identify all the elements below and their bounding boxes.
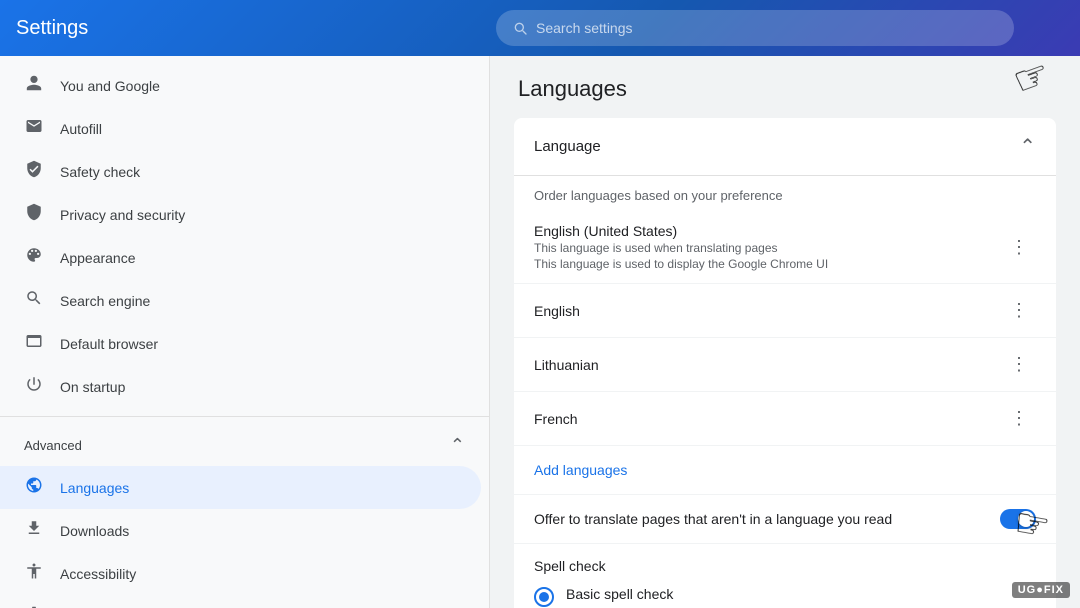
- more-menu-english-us[interactable]: ⋮: [1002, 233, 1036, 262]
- language-name-english-us: English (United States): [534, 223, 828, 239]
- search-icon: [512, 20, 528, 36]
- search-placeholder: Search settings: [536, 20, 633, 36]
- sidebar-item-accessibility[interactable]: Accessibility: [0, 552, 481, 595]
- globe-icon: [24, 476, 44, 499]
- language-card: Language ⌃ Order languages based on your…: [514, 118, 1056, 608]
- sidebar-label-languages: Languages: [60, 480, 129, 496]
- app-title: Settings: [16, 17, 496, 40]
- spell-check-section: Spell check Basic spell check Enhanced s…: [514, 543, 1056, 608]
- search-engine-icon: [24, 289, 44, 312]
- translate-toggle-label: Offer to translate pages that aren't in …: [534, 511, 892, 527]
- sidebar-divider: [0, 416, 489, 417]
- language-info-english: English: [534, 303, 580, 319]
- language-item-english: English ⋮: [514, 284, 1056, 338]
- sidebar-label-privacy-security: Privacy and security: [60, 207, 185, 223]
- sidebar-label-appearance: Appearance: [60, 250, 136, 266]
- sidebar-label-search-engine: Search engine: [60, 293, 150, 309]
- more-menu-english[interactable]: ⋮: [1002, 296, 1036, 325]
- language-section-subtitle: Order languages based on your preference: [514, 176, 1056, 211]
- translate-toggle-row: Offer to translate pages that aren't in …: [514, 494, 1056, 543]
- language-info-french: French: [534, 411, 578, 427]
- sidebar-item-system[interactable]: System: [0, 595, 481, 608]
- language-item-french: French ⋮: [514, 392, 1056, 446]
- autofill-icon: [24, 117, 44, 140]
- sidebar-label-safety-check: Safety check: [60, 164, 140, 180]
- sidebar-item-default-browser[interactable]: Default browser: [0, 322, 481, 365]
- content-area: Languages Language ⌃ Order languages bas…: [490, 56, 1080, 608]
- language-desc1-english-us: This language is used when translating p…: [534, 241, 828, 255]
- language-item-lithuanian: Lithuanian ⋮: [514, 338, 1056, 392]
- content-inner: Languages Language ⌃ Order languages bas…: [490, 76, 1080, 608]
- language-section-collapse-icon[interactable]: ⌃: [1019, 134, 1036, 159]
- language-section-title: Language: [534, 138, 601, 155]
- language-info-lithuanian: Lithuanian: [534, 357, 599, 373]
- more-menu-lithuanian[interactable]: ⋮: [1002, 350, 1036, 379]
- advanced-section-header[interactable]: Advanced ⌃: [0, 425, 489, 466]
- person-icon: [24, 74, 44, 97]
- accessibility-icon: [24, 562, 44, 585]
- sidebar-item-languages[interactable]: Languages: [0, 466, 481, 509]
- sidebar: You and Google Autofill Safety check Pri…: [0, 56, 490, 608]
- sidebar-label-default-browser: Default browser: [60, 336, 158, 352]
- app-header: Settings Search settings: [0, 0, 1080, 56]
- language-info-english-us: English (United States) This language is…: [534, 223, 828, 271]
- sidebar-item-autofill[interactable]: Autofill: [0, 107, 481, 150]
- basic-spell-check-option[interactable]: Basic spell check: [534, 586, 1036, 607]
- language-item-english-us: English (United States) This language is…: [514, 211, 1056, 284]
- sidebar-label-downloads: Downloads: [60, 523, 129, 539]
- sidebar-label-accessibility: Accessibility: [60, 566, 136, 582]
- advanced-label: Advanced: [24, 438, 82, 453]
- language-name-french: French: [534, 411, 578, 427]
- watermark: UG●FIX: [1012, 582, 1070, 598]
- search-bar[interactable]: Search settings: [496, 10, 1014, 46]
- language-desc2-english-us: This language is used to display the Goo…: [534, 257, 828, 271]
- sidebar-label-autofill: Autofill: [60, 121, 102, 137]
- sidebar-item-privacy-security[interactable]: Privacy and security: [0, 193, 481, 236]
- sidebar-item-you-and-google[interactable]: You and Google: [0, 64, 481, 107]
- sidebar-item-downloads[interactable]: Downloads: [0, 509, 481, 552]
- language-name-lithuanian: Lithuanian: [534, 357, 599, 373]
- sidebar-item-on-startup[interactable]: On startup: [0, 365, 481, 408]
- basic-spell-check-label: Basic spell check: [566, 586, 673, 602]
- startup-icon: [24, 375, 44, 398]
- more-menu-french[interactable]: ⋮: [1002, 404, 1036, 433]
- translate-toggle[interactable]: [1000, 509, 1036, 529]
- basic-spell-check-radio[interactable]: [534, 587, 554, 607]
- sidebar-label-you-and-google: You and Google: [60, 78, 160, 94]
- language-name-english: English: [534, 303, 580, 319]
- appearance-icon: [24, 246, 44, 269]
- download-icon: [24, 519, 44, 542]
- browser-icon: [24, 332, 44, 355]
- sidebar-item-safety-check[interactable]: Safety check: [0, 150, 481, 193]
- shield-icon: [24, 160, 44, 183]
- privacy-icon: [24, 203, 44, 226]
- sidebar-label-on-startup: On startup: [60, 379, 125, 395]
- sidebar-item-search-engine[interactable]: Search engine: [0, 279, 481, 322]
- main-layout: You and Google Autofill Safety check Pri…: [0, 56, 1080, 608]
- add-languages-button[interactable]: Add languages: [514, 450, 647, 490]
- advanced-toggle-icon[interactable]: ⌃: [450, 435, 465, 456]
- sidebar-item-appearance[interactable]: Appearance: [0, 236, 481, 279]
- basic-spell-check-text: Basic spell check: [566, 586, 673, 602]
- page-title: Languages: [514, 76, 1056, 102]
- spell-check-title: Spell check: [534, 558, 1036, 574]
- language-card-header: Language ⌃: [514, 118, 1056, 176]
